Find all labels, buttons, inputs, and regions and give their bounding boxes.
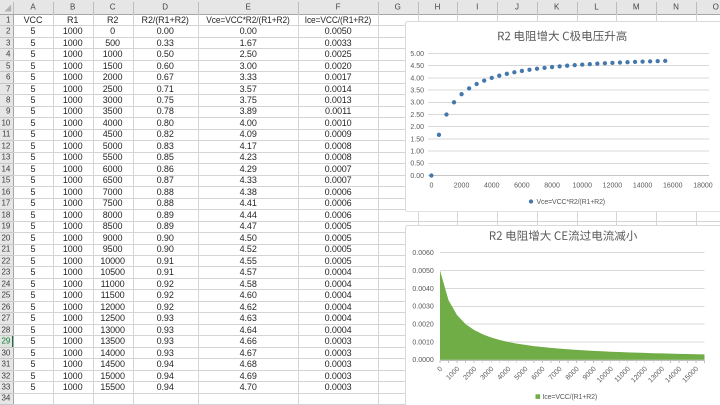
svg-text:5.00: 5.00 <box>410 51 424 58</box>
svg-text:Ice=VCC/(R1+R2): Ice=VCC/(R1+R2) <box>543 394 598 401</box>
svg-text:1.00: 1.00 <box>410 149 424 156</box>
svg-text:0.0010: 0.0010 <box>412 339 434 346</box>
svg-text:2.00: 2.00 <box>410 124 424 131</box>
svg-text:6000: 6000 <box>514 183 530 190</box>
svg-text:Vce=VCC*R2/(R1+R2): Vce=VCC*R2/(R1+R2) <box>537 199 606 206</box>
svg-text:1.50: 1.50 <box>410 136 424 143</box>
svg-text:0.50: 0.50 <box>410 161 424 168</box>
svg-text:2000: 2000 <box>454 183 470 190</box>
svg-text:16000: 16000 <box>663 183 683 190</box>
svg-text:0.0060: 0.0060 <box>412 250 434 257</box>
svg-text:3.50: 3.50 <box>410 88 424 95</box>
svg-text:14000: 14000 <box>633 183 653 190</box>
svg-text:2.50: 2.50 <box>410 112 424 119</box>
svg-text:0.0030: 0.0030 <box>412 304 434 311</box>
svg-text:4.50: 4.50 <box>410 63 424 70</box>
svg-text:0.0050: 0.0050 <box>412 268 434 275</box>
svg-text:0.0020: 0.0020 <box>412 322 434 329</box>
svg-text:12000: 12000 <box>603 183 623 190</box>
svg-text:0.0000: 0.0000 <box>412 357 434 364</box>
svg-text:4.00: 4.00 <box>410 75 424 82</box>
svg-text:0.00: 0.00 <box>410 173 424 180</box>
svg-text:10000: 10000 <box>573 183 593 190</box>
svg-text:0: 0 <box>429 183 433 190</box>
svg-text:0.0040: 0.0040 <box>412 286 434 293</box>
svg-text:18000: 18000 <box>693 183 713 190</box>
svg-text:3.00: 3.00 <box>410 100 424 107</box>
svg-text:8000: 8000 <box>544 183 560 190</box>
svg-text:4000: 4000 <box>484 183 500 190</box>
